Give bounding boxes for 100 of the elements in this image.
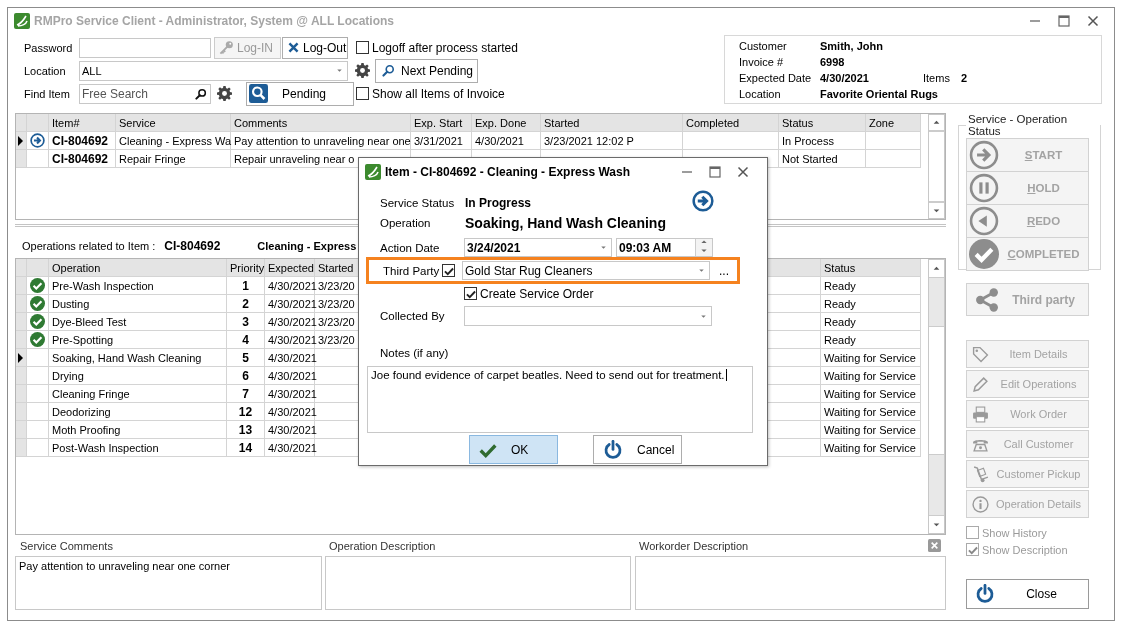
scrollbar-thumb[interactable] xyxy=(929,131,944,202)
pane-title: Workorder Description xyxy=(639,540,749,552)
pencil-icon xyxy=(972,375,989,393)
table-cell: Pre-Spotting xyxy=(49,331,227,349)
close-button[interactable] xyxy=(1085,13,1101,29)
table-cell: Waiting for Service xyxy=(821,349,921,367)
scrollbar[interactable] xyxy=(928,114,945,219)
search-icon xyxy=(249,84,268,103)
checkbox[interactable] xyxy=(356,41,369,54)
settings-icon[interactable] xyxy=(217,86,232,101)
check-circle-icon xyxy=(30,332,45,347)
column-header: Priority xyxy=(227,259,265,277)
table-cell: Moth Proofing xyxy=(49,421,227,439)
table-cell: 13 xyxy=(227,421,265,439)
search-icon xyxy=(195,87,207,100)
power-icon xyxy=(975,584,995,604)
cancel-button[interactable]: Cancel xyxy=(593,435,682,464)
checkbox[interactable] xyxy=(356,87,369,100)
location-dropdown[interactable]: ALL xyxy=(79,60,348,81)
logout-button[interactable]: Log-Out xyxy=(282,36,348,59)
spinner-button[interactable] xyxy=(695,239,712,256)
table-cell: Deodorizing xyxy=(49,403,227,421)
scroll-up-icon xyxy=(932,264,941,273)
table-cell xyxy=(866,150,921,168)
password-field[interactable] xyxy=(79,37,211,58)
pane-title: Operation Description xyxy=(329,540,436,552)
field-label: Action Date xyxy=(379,241,441,254)
table-cell: Waiting for Service xyxy=(821,403,921,421)
table-cell: Cleaning Fringe xyxy=(49,385,227,403)
table-cell: 4/30/2021 xyxy=(265,421,315,439)
date-field[interactable]: 3/24/2021 xyxy=(464,238,612,257)
table-cell: Ready xyxy=(821,313,921,331)
ok-button[interactable]: OK xyxy=(469,435,558,464)
table-cell: Ready xyxy=(821,295,921,313)
pending-button[interactable]: Pending xyxy=(246,81,354,106)
scroll-up-button[interactable] xyxy=(929,260,944,278)
share-icon xyxy=(975,287,999,312)
maximize-button[interactable] xyxy=(707,164,723,180)
maximize-button[interactable] xyxy=(1056,13,1072,29)
start-icon xyxy=(969,140,999,170)
column-header: Status xyxy=(779,114,866,132)
table-cell: 14 xyxy=(227,439,265,457)
caret-icon xyxy=(697,266,706,275)
field-label: Location xyxy=(24,64,67,77)
checkbox-label: Show all Items of Invoice xyxy=(372,86,505,101)
column-header: Completed xyxy=(683,114,779,132)
table-cell xyxy=(866,132,921,150)
field-label: Notes (if any) xyxy=(379,347,450,359)
notes-field[interactable]: Joe found evidence of carpet beatles. Need to send out for treatment. xyxy=(367,366,753,433)
field-value: In Progress xyxy=(465,196,532,210)
scroll-down-button[interactable] xyxy=(929,515,944,533)
scroll-down-icon xyxy=(932,520,941,529)
column-header: Operation xyxy=(49,259,227,277)
item-number: CI-804692 xyxy=(164,239,222,253)
field-label: Customer xyxy=(739,40,788,52)
table-cell: Soaking, Hand Wash Cleaning xyxy=(49,349,227,367)
third-party-dropdown[interactable]: Gold Star Rug Cleaners xyxy=(462,261,710,280)
service-name: Cleaning - Express xyxy=(257,240,357,252)
field-label: Password xyxy=(24,41,74,54)
table-cell: Repair Fringe xyxy=(116,150,231,168)
close-icon[interactable] xyxy=(928,539,941,552)
table-cell: Waiting for Service xyxy=(821,421,921,439)
column-header: Zone xyxy=(866,114,921,132)
table-cell: Waiting for Service xyxy=(821,439,921,457)
scroll-up-button[interactable] xyxy=(929,115,944,132)
field-label: Location xyxy=(739,88,782,100)
column-header: Comments xyxy=(231,114,411,132)
app-icon xyxy=(365,164,381,180)
close-button[interactable] xyxy=(735,164,751,180)
check-circle-icon xyxy=(30,314,45,329)
column-header: Started xyxy=(541,114,683,132)
scrollbar-thumb[interactable] xyxy=(929,326,944,455)
table-cell: 4/30/2021 xyxy=(265,349,315,367)
table-cell: 4 xyxy=(227,331,265,349)
key-icon xyxy=(219,40,234,55)
checkbox[interactable] xyxy=(442,264,455,277)
column-header: Expected xyxy=(265,259,315,277)
search-field[interactable]: Free Search xyxy=(79,83,211,104)
row-header xyxy=(16,421,27,439)
checkbox-label: Create Service Order xyxy=(480,286,594,301)
field-label: Items xyxy=(923,72,951,84)
table-cell: 4/30/2021 xyxy=(265,277,315,295)
browse-button[interactable]: ... xyxy=(714,263,734,278)
tag-icon xyxy=(972,345,989,363)
scrollbar[interactable] xyxy=(928,259,945,534)
table-cell: 7 xyxy=(227,385,265,403)
check-circle-icon xyxy=(30,278,45,293)
printer-icon xyxy=(972,405,989,423)
time-field[interactable]: 09:03 AM xyxy=(616,238,713,257)
row-header xyxy=(16,403,27,421)
field-label: Invoice # xyxy=(739,56,785,68)
text-area[interactable]: Pay attention to unraveling near one corner xyxy=(15,556,322,610)
window-title: RMPro Service Client - Administrator, System @ ALL Locations xyxy=(34,14,394,28)
checkbox[interactable] xyxy=(464,287,477,300)
settings-icon[interactable] xyxy=(355,63,370,78)
next-pending-button[interactable]: Next Pending xyxy=(375,58,478,83)
caret-icon xyxy=(599,243,608,252)
column-header: Item# xyxy=(49,114,116,132)
table-cell: CI-804692 xyxy=(49,132,116,150)
close-button[interactable]: Close xyxy=(966,579,1089,609)
